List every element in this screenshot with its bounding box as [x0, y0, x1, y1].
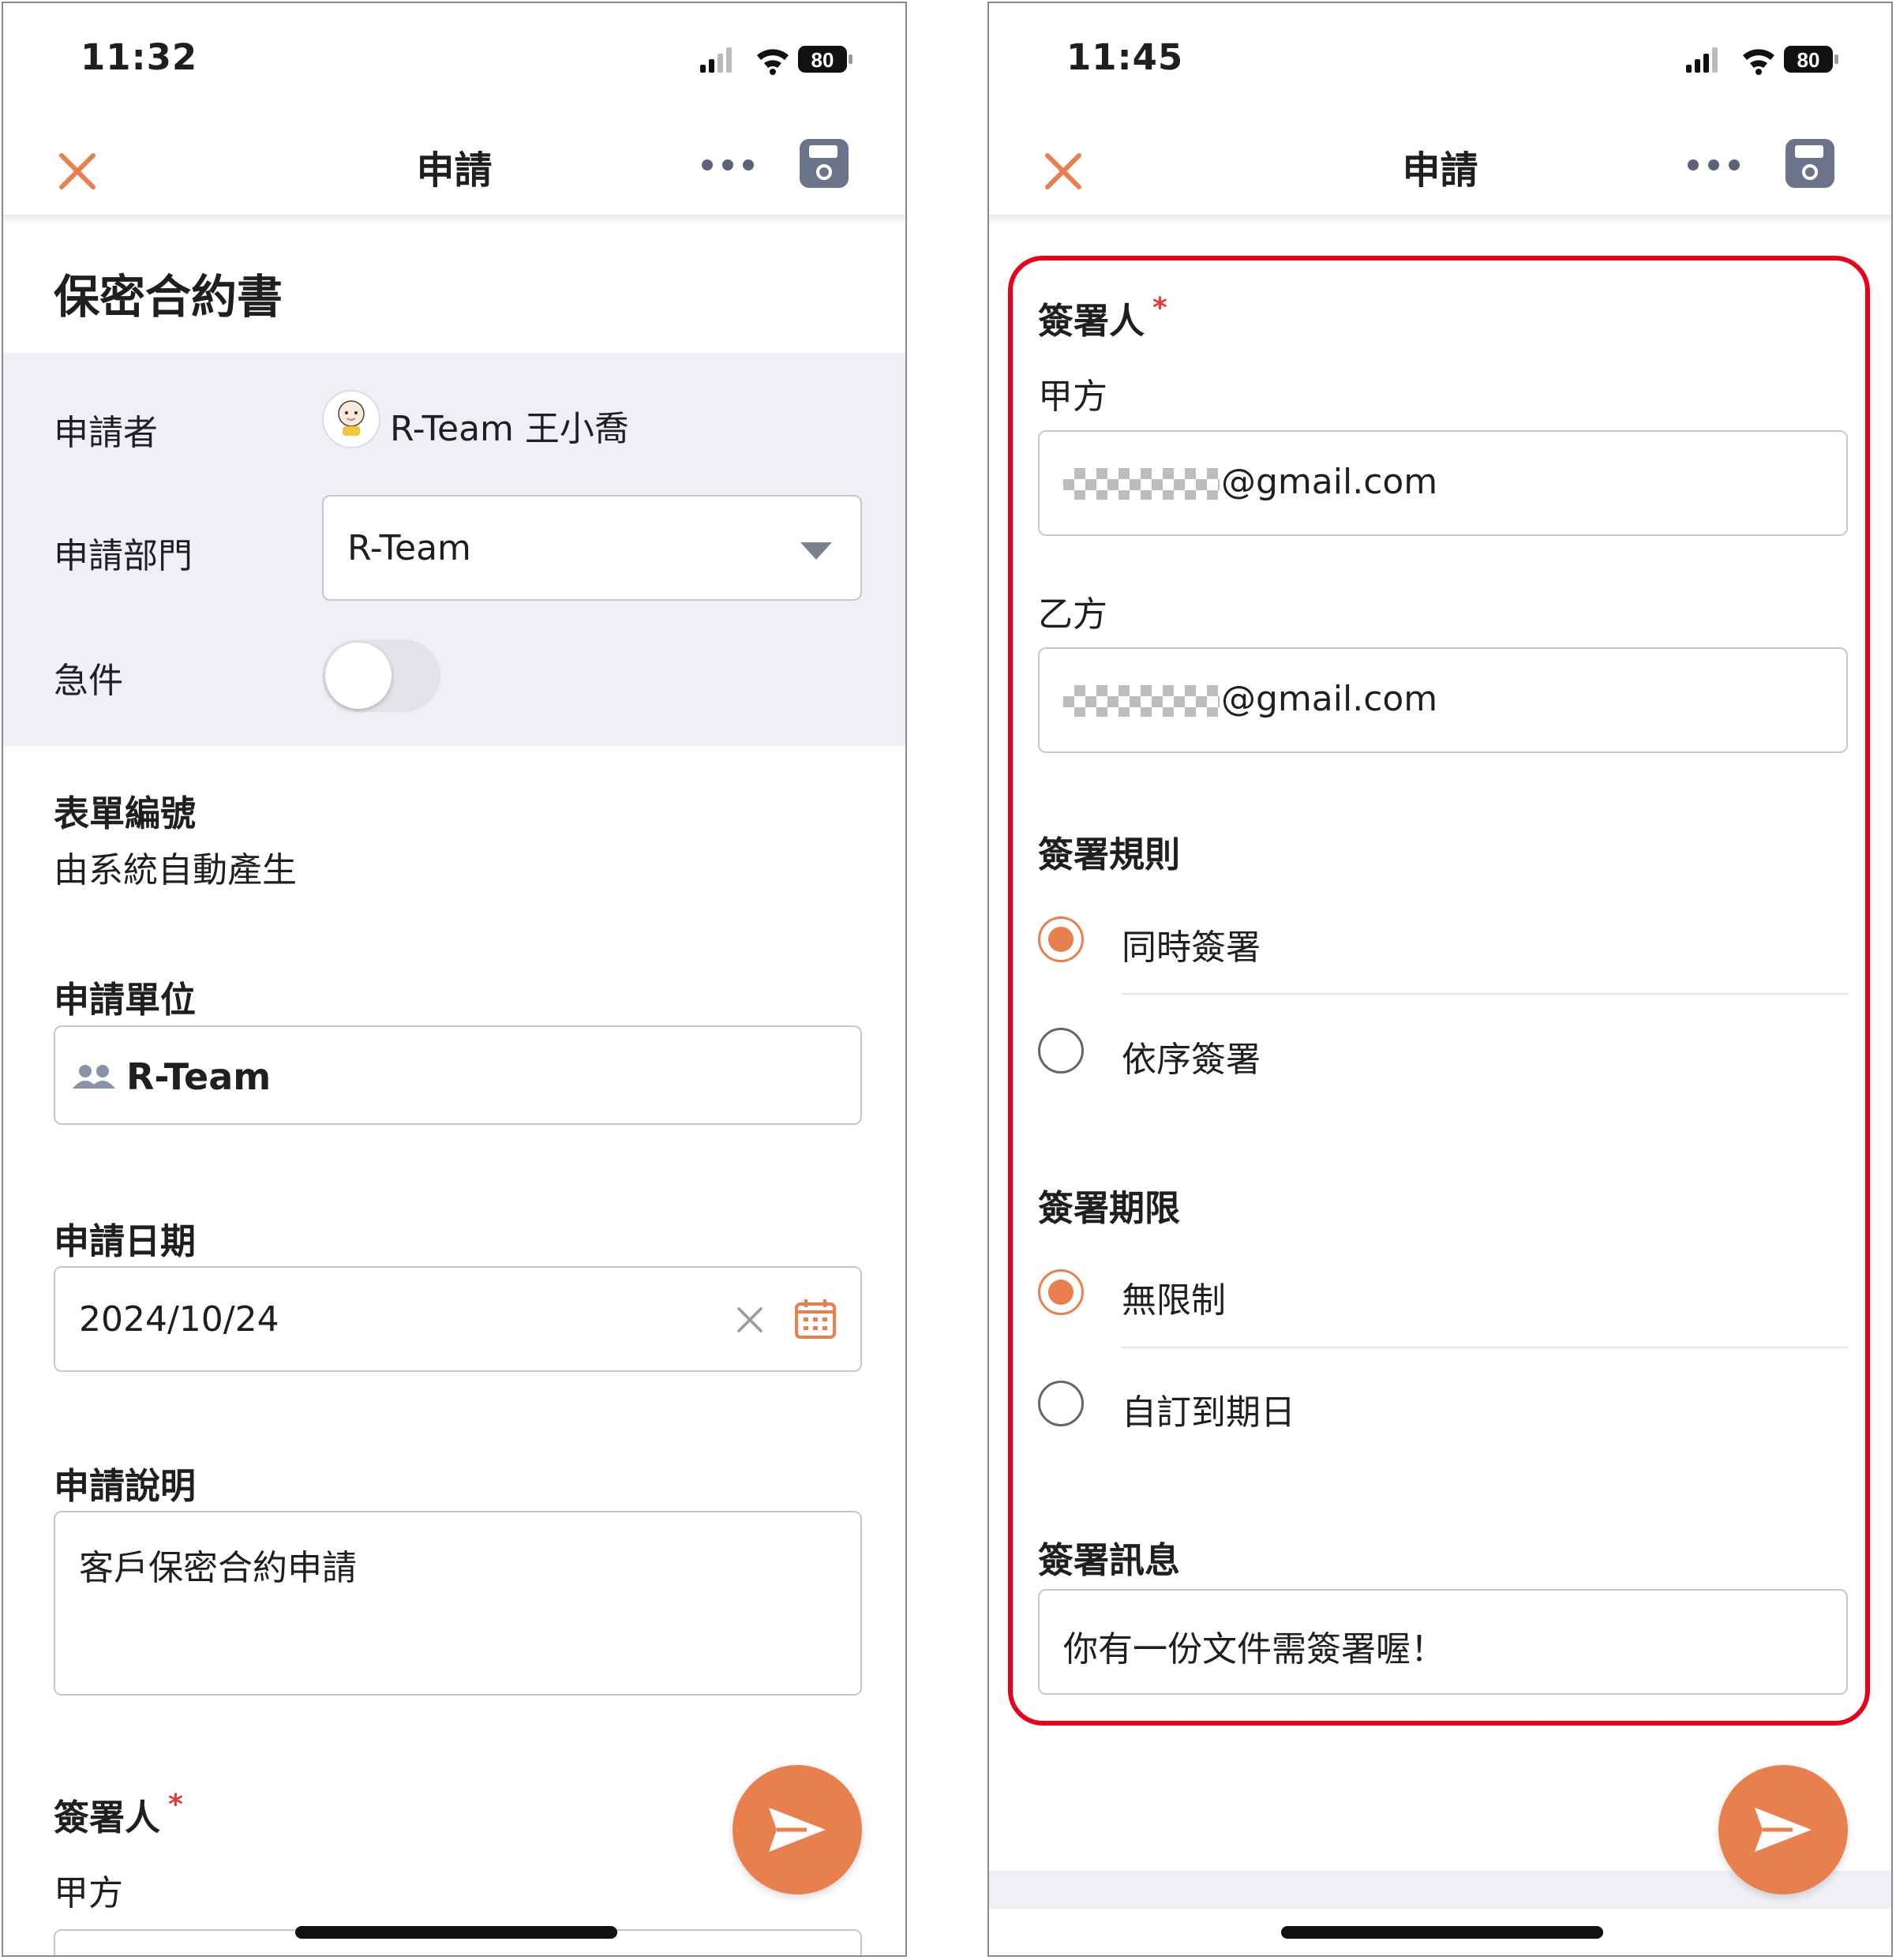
radio-simultaneous[interactable]: [1038, 916, 1084, 962]
radio-simultaneous-label[interactable]: 同時簽署: [1122, 919, 1261, 969]
sign-message-field[interactable]: 你有一份文件需簽署喔！: [1038, 1589, 1848, 1695]
document-title: 保密合約書: [54, 270, 283, 324]
people-icon: [73, 1065, 115, 1089]
party-a-label: 甲方: [54, 1873, 123, 1913]
clear-icon[interactable]: [736, 1306, 764, 1334]
form-no-value: 由系統自動產生: [54, 850, 297, 890]
date-field[interactable]: 2024/10/24: [54, 1266, 862, 1372]
battery-icon: 80: [1784, 46, 1838, 73]
department-value: R-Team: [347, 528, 471, 568]
party-b-email-field[interactable]: @gmail.com: [1038, 647, 1848, 753]
description-label: 申請說明: [54, 1465, 197, 1507]
send-button[interactable]: [1718, 1765, 1848, 1894]
required-mark: *: [1152, 292, 1167, 324]
party-b-label: 乙方: [1038, 594, 1107, 635]
masked-text: [1063, 468, 1220, 500]
send-button[interactable]: [733, 1765, 862, 1894]
nav-title: 申請: [416, 148, 493, 193]
signal-icon: [700, 47, 732, 73]
avatar: [322, 390, 380, 448]
department-label: 申請部門: [54, 536, 193, 576]
signer-label: 簽署人 *: [54, 1789, 183, 1838]
status-time: 11:45: [1066, 36, 1184, 78]
urgent-toggle[interactable]: [322, 639, 440, 712]
radio-sequential-label[interactable]: 依序簽署: [1122, 1031, 1261, 1081]
urgent-label: 急件: [54, 661, 123, 701]
send-icon: [769, 1808, 826, 1852]
department-select[interactable]: R-Team: [322, 495, 862, 601]
battery-icon: 80: [798, 46, 852, 73]
svg-text:80: 80: [811, 48, 834, 72]
sign-message-label: 簽署訊息: [1038, 1539, 1181, 1581]
description-value: 客戶保密合約申請: [79, 1548, 357, 1588]
nav-title: 申請: [1402, 148, 1478, 193]
party-b-email: @gmail.com: [1221, 679, 1438, 719]
signer-label: 簽署人 *: [1038, 292, 1167, 342]
radio-custom-due-label[interactable]: 自訂到期日: [1122, 1384, 1295, 1434]
save-icon[interactable]: [798, 137, 850, 189]
home-indicator: [295, 1926, 617, 1939]
status-icons: 80: [700, 44, 858, 79]
sign-rule-label: 簽署規則: [1038, 834, 1181, 875]
form-no-label: 表單編號: [54, 793, 197, 834]
radio-unlimited-label[interactable]: 無限制: [1122, 1272, 1226, 1322]
wifi-icon: [757, 49, 789, 75]
date-value: 2024/10/24: [79, 1299, 279, 1340]
phone-screen-right: 11:45 80 申請 簽署人 * 甲方 @gmail.com 乙方 @gmai…: [987, 2, 1893, 1957]
more-icon[interactable]: [700, 156, 755, 174]
save-icon[interactable]: [1784, 137, 1836, 189]
send-icon: [1755, 1808, 1812, 1852]
wifi-icon: [1743, 49, 1774, 75]
divider: [1122, 1347, 1848, 1348]
applicant-label: 申請者: [54, 413, 158, 453]
party-a-email-field[interactable]: @gmail.com: [1038, 430, 1848, 536]
masked-text: [1063, 685, 1220, 717]
svg-text:80: 80: [1797, 48, 1820, 72]
status-time: 11:32: [81, 36, 198, 78]
party-a-label: 甲方: [1038, 377, 1107, 417]
phone-screen-left: 11:32 80 申請 保密合約書 申請者 R-Team 王小喬 申請部門 R-…: [2, 2, 907, 1957]
required-mark: *: [168, 1789, 183, 1821]
applicant-name: R-Team 王小喬: [390, 409, 629, 449]
party-a-email: @gmail.com: [1221, 462, 1438, 502]
radio-custom-due[interactable]: [1038, 1381, 1084, 1426]
chevron-down-icon: [800, 542, 832, 560]
radio-sequential[interactable]: [1038, 1028, 1084, 1074]
radio-unlimited[interactable]: [1038, 1269, 1084, 1315]
divider: [1122, 993, 1848, 995]
signal-icon: [1686, 47, 1718, 73]
more-icon[interactable]: [1686, 156, 1741, 174]
calendar-icon[interactable]: [794, 1298, 837, 1340]
sign-deadline-label: 簽署期限: [1038, 1187, 1181, 1229]
status-icons: 80: [1686, 44, 1844, 79]
date-label: 申請日期: [54, 1220, 197, 1262]
unit-field[interactable]: R-Team: [54, 1025, 862, 1125]
unit-label: 申請單位: [54, 979, 197, 1021]
home-indicator: [1281, 1926, 1603, 1939]
description-textarea[interactable]: 客戶保密合約申請: [54, 1511, 862, 1696]
unit-value: R-Team: [126, 1055, 272, 1098]
sign-message-value: 你有一份文件需簽署喔！: [1063, 1629, 1445, 1670]
toggle-knob: [325, 643, 392, 709]
